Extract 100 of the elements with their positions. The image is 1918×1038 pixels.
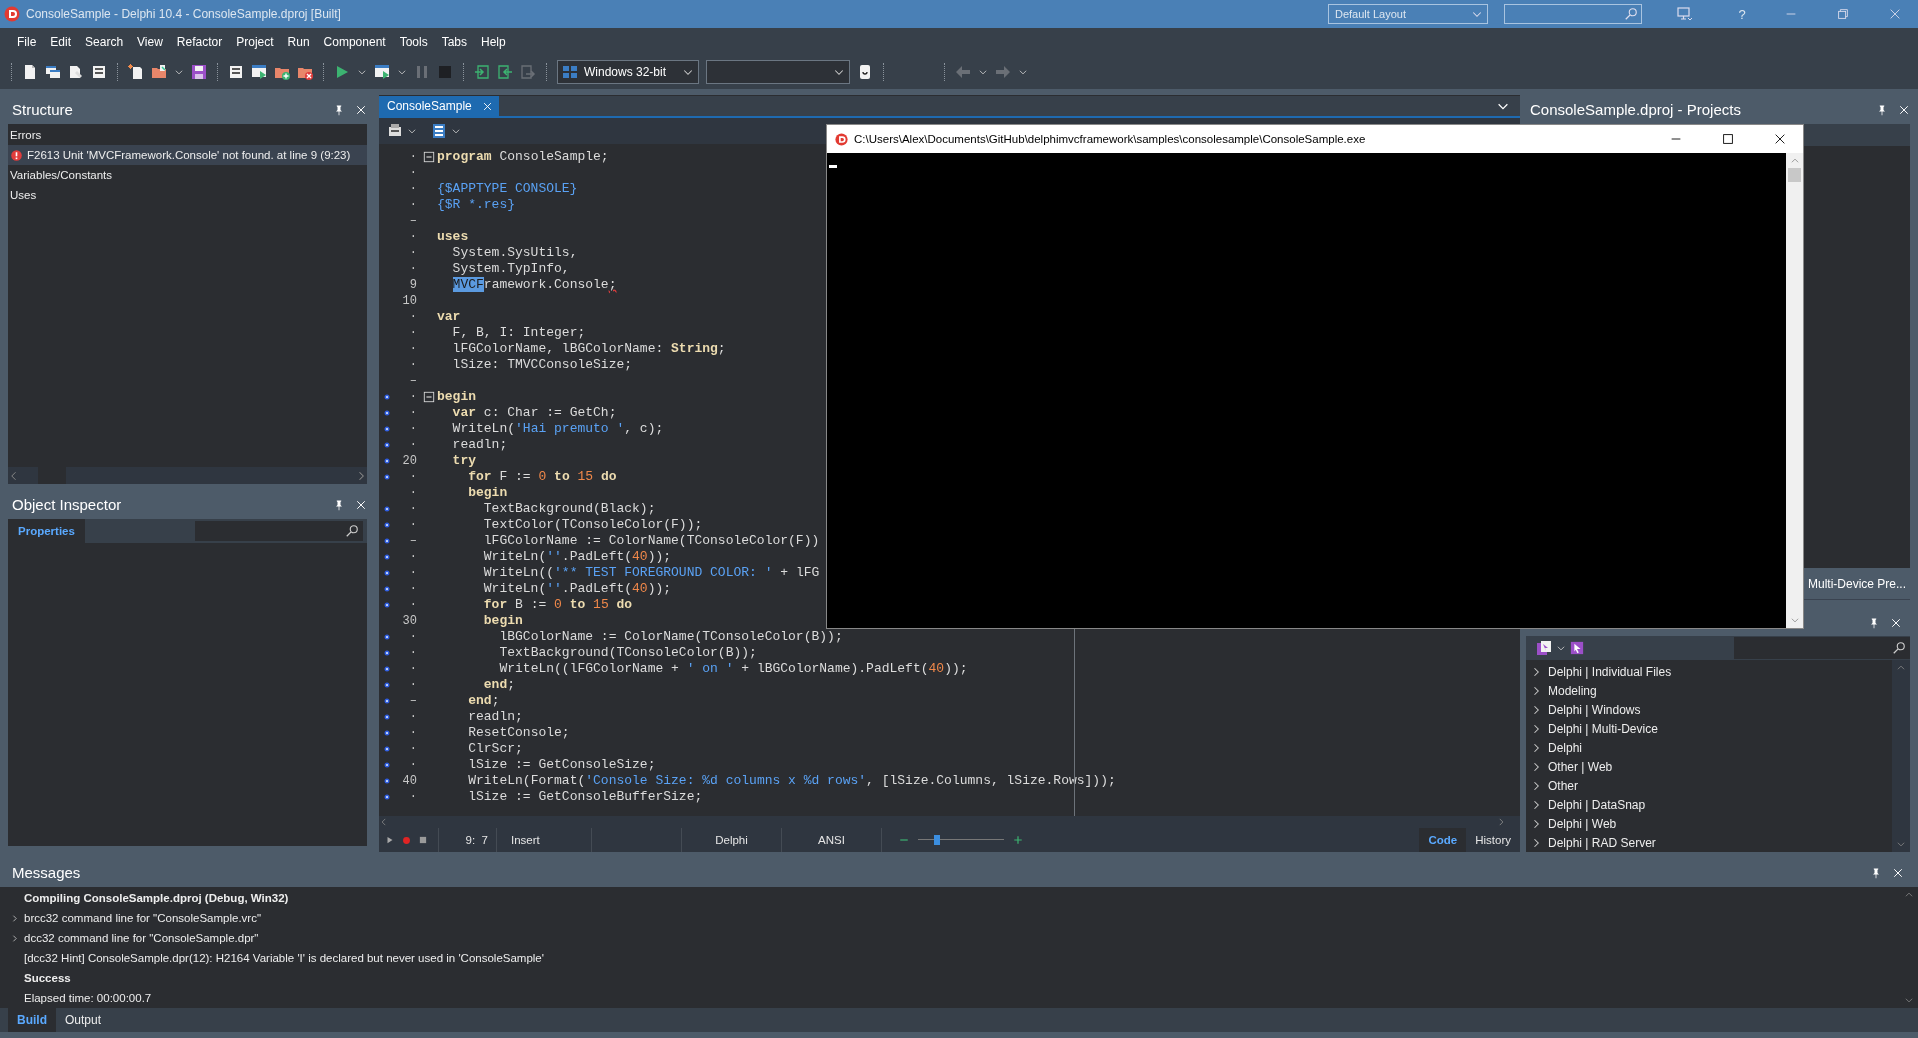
menu-item[interactable]: Project [229, 34, 281, 49]
chevron-down-icon[interactable] [978, 67, 988, 77]
marker-icon[interactable] [382, 392, 392, 402]
category-item[interactable]: Delphi [1530, 738, 1892, 757]
menu-item[interactable]: Search [78, 34, 131, 49]
marker-icon[interactable] [382, 792, 392, 802]
marker-icon[interactable] [382, 664, 392, 674]
category-item[interactable]: Delphi | Web [1530, 814, 1892, 833]
marker-icon[interactable] [382, 424, 392, 434]
tab[interactable]: Build [8, 1008, 56, 1032]
category-item[interactable]: Other [1530, 776, 1892, 795]
marker-icon[interactable] [382, 408, 392, 418]
tree-item[interactable]: Uses [8, 185, 367, 205]
run-window-icon[interactable] [374, 64, 390, 80]
device-dropdown[interactable] [706, 60, 850, 84]
marker-icon[interactable] [382, 472, 392, 482]
scrollbar-thumb[interactable] [1788, 168, 1801, 182]
tree-item[interactable]: Variables/Constants [8, 165, 367, 185]
view-tab[interactable]: History [1466, 828, 1520, 852]
marker-icon[interactable] [382, 632, 392, 642]
chevron-down-icon[interactable] [357, 67, 367, 77]
chevron-down-icon[interactable] [451, 126, 461, 136]
category-item[interactable]: Other | Web [1530, 757, 1892, 776]
chevron-down-icon[interactable] [1018, 67, 1028, 77]
menu-item[interactable]: Edit [43, 34, 79, 49]
marker-icon[interactable] [382, 680, 392, 690]
category-item[interactable]: Modeling [1530, 681, 1892, 700]
step-over-icon[interactable] [474, 64, 490, 80]
menu-item[interactable]: Refactor [169, 34, 230, 49]
chevron-down-icon[interactable] [1556, 643, 1566, 653]
stop-icon[interactable] [418, 835, 428, 845]
chevron-down-icon[interactable] [397, 67, 407, 77]
platform-dropdown[interactable]: Windows 32-bit [557, 60, 699, 84]
component-icon[interactable] [1536, 640, 1552, 656]
record-icon[interactable] [401, 834, 412, 846]
marker-icon[interactable] [382, 760, 392, 770]
restore-icon[interactable] [1836, 7, 1850, 21]
marker-icon[interactable] [382, 776, 392, 786]
scroll-down-icon[interactable] [1904, 995, 1914, 1005]
close-icon[interactable] [1773, 132, 1787, 146]
view-tab[interactable]: Code [1419, 828, 1467, 852]
menu-item[interactable]: Tabs [434, 34, 474, 49]
marker-icon[interactable] [382, 712, 392, 722]
category-item[interactable]: Delphi | DataSnap [1530, 795, 1892, 814]
new-file-icon[interactable] [22, 64, 38, 80]
marker-icon[interactable] [382, 456, 392, 466]
tab[interactable]: Output [56, 1008, 111, 1032]
close-icon[interactable] [1898, 103, 1910, 116]
maximize-icon[interactable] [1721, 132, 1735, 146]
marker-icon[interactable] [382, 584, 392, 594]
window-icon[interactable] [251, 64, 267, 80]
marker-icon[interactable] [382, 552, 392, 562]
search-field[interactable] [1734, 637, 1910, 659]
fold-toggle-icon[interactable] [422, 391, 435, 403]
scroll-up-icon[interactable] [1896, 663, 1906, 673]
tree-item[interactable]: Errors [8, 125, 367, 145]
marker-icon[interactable] [382, 728, 392, 738]
menu-item[interactable]: File [10, 34, 44, 49]
close-icon[interactable] [355, 498, 367, 511]
trace-into-icon[interactable] [497, 64, 513, 80]
device-icon[interactable] [857, 64, 873, 80]
document-icon[interactable] [228, 64, 244, 80]
marker-icon[interactable] [382, 440, 392, 450]
play-icon[interactable] [385, 835, 395, 845]
scroll-left-icon[interactable] [379, 817, 389, 827]
marker-icon[interactable] [382, 568, 392, 578]
close-icon[interactable] [355, 103, 367, 116]
marker-icon[interactable] [382, 696, 392, 706]
close-icon[interactable] [1892, 866, 1904, 879]
menu-item[interactable]: View [130, 34, 170, 49]
search-field[interactable] [195, 521, 363, 541]
marker-icon[interactable] [382, 744, 392, 754]
scroll-up-icon[interactable] [1904, 890, 1914, 900]
tab[interactable]: Properties [8, 519, 85, 543]
scroll-right-icon[interactable] [1496, 817, 1506, 827]
scrollbar-thumb[interactable] [38, 467, 66, 484]
category-item[interactable]: Delphi | Multi-Device [1530, 719, 1892, 738]
zoom-in-icon[interactable] [1012, 834, 1024, 846]
pointer-icon[interactable] [1570, 641, 1584, 655]
category-item[interactable]: Delphi | Windows [1530, 700, 1892, 719]
marker-icon[interactable] [382, 648, 392, 658]
scroll-down-icon[interactable] [1896, 839, 1906, 849]
run-icon[interactable] [334, 64, 350, 80]
category-item[interactable]: Delphi | RAD Server [1530, 833, 1892, 852]
marker-icon[interactable] [382, 600, 392, 610]
menu-item[interactable]: Tools [392, 34, 435, 49]
window-stack-icon[interactable] [45, 64, 61, 80]
marker-icon[interactable] [382, 520, 392, 530]
document-icon[interactable] [91, 64, 107, 80]
menu-item[interactable]: Help [474, 34, 513, 49]
document-icon[interactable] [431, 123, 447, 139]
zoom-slider[interactable] [918, 835, 1004, 845]
menu-item[interactable]: Component [316, 34, 393, 49]
marker-icon[interactable] [382, 536, 392, 546]
document-icon[interactable] [68, 64, 84, 80]
marker-icon[interactable] [382, 504, 392, 514]
category-item[interactable]: Delphi | Individual Files [1530, 662, 1892, 681]
search-field[interactable] [1504, 4, 1642, 24]
chevron-down-icon[interactable] [407, 126, 417, 136]
slider-thumb[interactable] [934, 835, 940, 845]
